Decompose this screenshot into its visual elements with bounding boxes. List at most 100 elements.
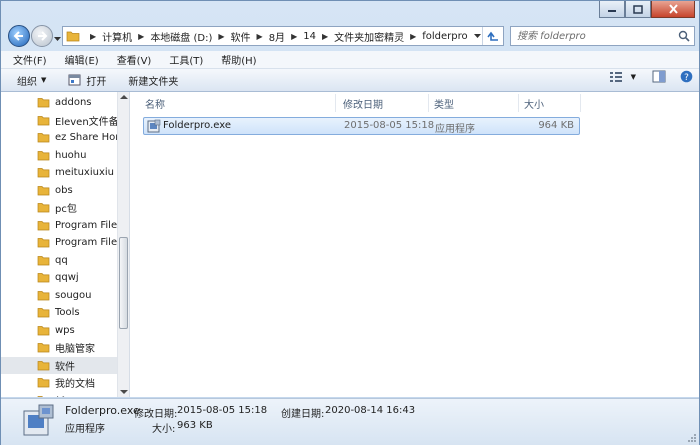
tree-item[interactable]: meituxiuxiu xyxy=(1,164,117,181)
chevron-right-icon[interactable]: ▶ xyxy=(138,32,144,41)
file-type: 应用程序 xyxy=(435,124,475,135)
tree-item-label: qqwj xyxy=(55,272,79,283)
column-header-type[interactable]: 类型 xyxy=(434,94,454,112)
tree-item[interactable]: 我的文档 xyxy=(1,374,117,391)
column-header-size[interactable]: 大小 xyxy=(524,94,544,112)
breadcrumb-item[interactable]: folderpro xyxy=(422,31,467,42)
menu-file[interactable]: 文件(F) xyxy=(1,52,53,67)
menu-view[interactable]: 查看(V) xyxy=(105,52,158,67)
tree-item-label: addons xyxy=(55,97,92,108)
tree-item-label: Program Files xyxy=(55,237,117,248)
refresh-icon xyxy=(487,31,498,41)
arrow-right-icon xyxy=(38,31,48,41)
tree-item-label: meituxiuxiu xyxy=(55,167,114,178)
resize-grip-icon[interactable] xyxy=(687,433,697,443)
chevron-right-icon[interactable]: ▶ xyxy=(291,32,297,41)
tree-item[interactable]: 软件 xyxy=(1,356,117,374)
maximize-button[interactable] xyxy=(625,1,651,18)
tree-item[interactable]: ez Share Hom xyxy=(1,129,117,146)
column-header-name[interactable]: 名称 xyxy=(145,94,165,112)
column-type-label: 类型 xyxy=(434,99,454,111)
scroll-down-icon[interactable] xyxy=(120,389,128,395)
file-modified: 2015-08-05 15:18 xyxy=(344,120,435,131)
chevron-right-icon[interactable]: ▶ xyxy=(410,32,416,41)
column-divider[interactable] xyxy=(428,94,429,112)
tree-item[interactable]: obs xyxy=(1,182,117,199)
explorer-window: ▶ 计算机 ▶ 本地磁盘 (D:) ▶ 软件 ▶ 8月 ▶ 14 ▶ 文件夹加密… xyxy=(0,0,700,445)
details-modified-label: 修改日期: xyxy=(134,409,178,420)
new-folder-button[interactable]: 新建文件夹 xyxy=(120,70,186,90)
breadcrumb-item[interactable]: 本地磁盘 (D:) xyxy=(150,29,212,44)
address-history-dropdown[interactable] xyxy=(474,27,481,45)
tree-item[interactable]: wps xyxy=(1,322,117,339)
tree-item-label: Eleven文件备份 xyxy=(55,116,117,128)
scrollbar-thumb[interactable] xyxy=(119,237,128,329)
tree-item-label: ez Share Hom xyxy=(55,132,117,143)
address-bar[interactable]: ▶ 计算机 ▶ 本地磁盘 (D:) ▶ 软件 ▶ 8月 ▶ 14 ▶ 文件夹加密… xyxy=(62,26,504,46)
tree-item[interactable]: qq xyxy=(1,252,117,269)
folder-icon xyxy=(37,343,50,353)
tree-item[interactable]: Program Files xyxy=(1,234,117,251)
column-divider[interactable] xyxy=(335,94,336,112)
chevron-right-icon[interactable]: ▶ xyxy=(218,32,224,41)
view-details-icon[interactable] xyxy=(609,71,623,83)
chevron-right-icon[interactable]: ▶ xyxy=(90,32,96,41)
details-size-label: 大小: xyxy=(152,424,176,435)
preview-pane-icon[interactable] xyxy=(652,70,666,83)
minimize-button[interactable] xyxy=(599,1,625,18)
tree-item[interactable]: Program Files xyxy=(1,217,117,234)
view-options-caret-icon[interactable]: ▼ xyxy=(631,73,636,81)
back-button[interactable] xyxy=(8,25,30,47)
recent-pages-dropdown[interactable] xyxy=(54,32,61,45)
tree-item[interactable]: Tools xyxy=(1,304,117,321)
details-modified-value: 2015-08-05 15:18 xyxy=(177,405,268,416)
search-input[interactable] xyxy=(511,29,669,43)
tree-item-label: 新ybs xyxy=(55,393,82,398)
folder-icon xyxy=(37,308,50,318)
chevron-right-icon[interactable]: ▶ xyxy=(257,32,263,41)
close-button[interactable] xyxy=(651,1,695,18)
tree-item[interactable]: 电脑管家 xyxy=(1,339,117,356)
tree-item[interactable]: sougou xyxy=(1,287,117,304)
column-divider[interactable] xyxy=(518,94,519,112)
menu-tools[interactable]: 工具(T) xyxy=(157,52,209,67)
chevron-down-icon xyxy=(54,37,61,41)
tree-item[interactable]: qqwj xyxy=(1,269,117,286)
breadcrumb-item[interactable]: 软件 xyxy=(231,29,251,44)
menu-help[interactable]: 帮助(H) xyxy=(209,52,262,67)
forward-button[interactable] xyxy=(31,25,53,47)
details-pane: Folderpro.exe 修改日期: 2015-08-05 15:18 创建日… xyxy=(1,398,699,445)
tree-scrollbar[interactable] xyxy=(117,92,129,397)
refresh-button[interactable] xyxy=(482,27,503,45)
tree-item[interactable]: 新ybs xyxy=(1,392,117,398)
folder-icon xyxy=(37,238,50,248)
organize-button[interactable]: 组织 ▼ xyxy=(9,70,54,90)
scroll-up-icon[interactable] xyxy=(120,94,128,100)
folder-icon xyxy=(37,168,50,178)
tree-item-label: 我的文档 xyxy=(55,379,95,390)
tree-item[interactable]: huohu xyxy=(1,147,117,164)
file-list: 名称 修改日期 类型 大小 Folderpro.exe 2015-08-05 1… xyxy=(130,92,699,397)
breadcrumb-item[interactable]: 文件夹加密精灵 xyxy=(334,29,404,44)
folder-icon xyxy=(37,255,50,265)
help-icon[interactable]: ? xyxy=(680,70,693,83)
tree-item-label: 软件 xyxy=(55,361,75,373)
open-button[interactable]: 打开 xyxy=(60,70,114,90)
column-header-modified[interactable]: 修改日期 xyxy=(343,94,383,112)
chevron-right-icon[interactable]: ▶ xyxy=(322,32,328,41)
breadcrumb-item[interactable]: 计算机 xyxy=(102,29,132,44)
tree-item[interactable]: addons xyxy=(1,94,117,111)
folder-icon xyxy=(37,98,50,108)
details-file-name: Folderpro.exe xyxy=(65,404,140,417)
search-icon[interactable] xyxy=(678,30,690,42)
column-divider[interactable] xyxy=(580,94,581,112)
folder-icon xyxy=(37,360,50,370)
breadcrumb-item[interactable]: 8月 xyxy=(269,29,285,44)
breadcrumb-item[interactable]: 14 xyxy=(303,31,316,42)
folder-icon xyxy=(37,220,50,230)
tree-item[interactable]: pc包 xyxy=(1,199,117,216)
menu-edit[interactable]: 编辑(E) xyxy=(53,52,105,67)
file-row[interactable]: Folderpro.exe 2015-08-05 15:18 应用程序 964 … xyxy=(143,117,580,135)
search-box[interactable] xyxy=(510,26,695,46)
tree-item[interactable]: Eleven文件备份 xyxy=(1,112,117,129)
